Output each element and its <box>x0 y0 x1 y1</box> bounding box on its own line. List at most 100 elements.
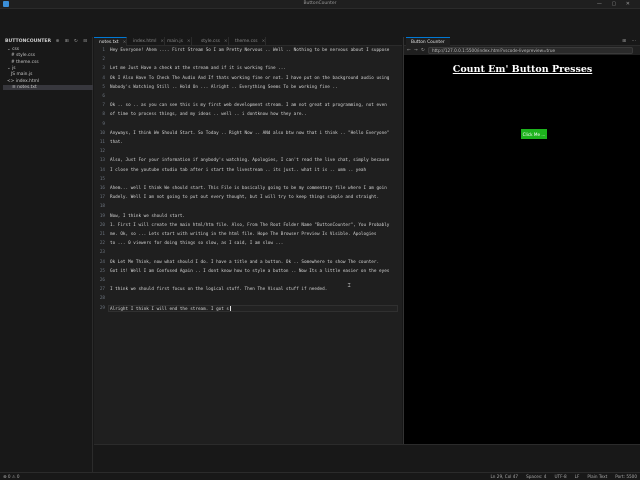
line-number: 11 <box>99 140 105 145</box>
tab-label: theme.css <box>235 39 258 44</box>
line-number: 14 <box>99 167 105 173</box>
explorer-actions[interactable]: ⊕ ⊞ ↻ ⊟ <box>56 39 89 44</box>
editor-tab[interactable]: style.css × <box>196 37 229 46</box>
line-number: 24 <box>99 259 105 265</box>
tab-label: notes.txt <box>99 40 119 45</box>
editor-tab[interactable]: index.html × <box>128 37 166 46</box>
line-number: 6 <box>102 94 105 99</box>
line-number: 20 <box>99 222 105 228</box>
line-number: 29 <box>99 305 105 311</box>
mouse-cursor-icon: 𝙸 <box>347 282 352 289</box>
live-preview-panel: Button Counter ⊞ ⋯ ← → ↻ http://127.0.0.… <box>403 37 640 444</box>
preview-page: Count Em' Button Presses Click Me ... <box>404 55 640 444</box>
reload-icon[interactable]: ↻ <box>421 48 425 53</box>
line-number: 18 <box>99 204 105 210</box>
explorer-sidebar: BUTTONCOUNTER ⊕ ⊞ ↻ ⊟ ⌄ css # style.css # … <box>3 37 93 472</box>
line-number: 2 <box>102 57 105 63</box>
line-number: 10 <box>99 130 105 136</box>
code-line[interactable]: Ok I Also Have To Check The Audio And If… <box>110 76 389 81</box>
line-number: 19 <box>99 213 105 219</box>
code-line[interactable]: Ahem... well I think We should start. Th… <box>110 186 387 191</box>
preview-tab-actions[interactable]: ⊞ ⋯ <box>622 39 638 44</box>
tab-label: style.css <box>201 39 220 44</box>
problems-indicator[interactable]: ⊗ 0 ⚠ 0 <box>3 474 20 479</box>
line-number: 26 <box>99 278 105 283</box>
explorer-item[interactable]: ≡ notes.txt <box>3 84 93 90</box>
line-number: 22 <box>99 241 105 247</box>
editor-tab[interactable]: main.js × <box>162 37 192 46</box>
code-line[interactable]: me. Ok, so ... Lets start with writing i… <box>110 232 376 237</box>
status-item[interactable]: LF <box>575 474 580 479</box>
line-number: 4 <box>102 75 105 81</box>
window-controls[interactable]: — ▢ ✕ <box>597 1 634 7</box>
code-line[interactable]: Let me Just Have a check at the stream a… <box>110 66 286 71</box>
code-line[interactable]: Alright I think I will end the stream. I… <box>110 305 231 312</box>
line-number: 13 <box>99 158 105 164</box>
line-number: 28 <box>99 296 105 302</box>
editor-tab[interactable]: theme.css × <box>230 37 267 46</box>
code-line[interactable]: Also, Just For your information if anybo… <box>110 158 389 163</box>
code-line[interactable]: to ... 0 viewers for doing things so slo… <box>110 241 283 246</box>
explorer-item[interactable]: # style.css <box>11 53 35 58</box>
code-line[interactable]: Ok .. so .. as you can see this is my fi… <box>110 103 387 108</box>
tab-close-icon[interactable]: × <box>224 39 228 44</box>
line-number: 12 <box>99 149 105 155</box>
code-line[interactable]: Rudely. Well I am not going to put out e… <box>110 195 379 200</box>
title-bar: ButtonCounter — ▢ ✕ <box>0 0 640 9</box>
code-line[interactable]: Anyways, I think We Should Start. So Tod… <box>110 131 389 136</box>
forward-icon[interactable]: → <box>414 48 418 53</box>
line-number: 8 <box>102 112 105 118</box>
line-number: 7 <box>102 103 105 109</box>
status-item[interactable]: Spaces: 4 <box>526 474 546 479</box>
status-item[interactable]: Plain Text <box>587 474 607 479</box>
tab-close-icon[interactable]: × <box>123 40 127 45</box>
preview-tab-bar: Button Counter ⊞ ⋯ <box>404 37 640 46</box>
line-number: 23 <box>99 250 105 256</box>
editor-tab[interactable]: notes.txt × <box>94 37 128 46</box>
status-items: Ln 29, Col 47 Spaces: 4 UTF-8 LF Plain Text P… <box>482 474 637 479</box>
code-line[interactable]: that. <box>110 140 123 145</box>
code-line[interactable]: Got it! Well I am Confused Again .. I do… <box>110 269 389 274</box>
line-number: 16 <box>99 186 105 191</box>
code-line[interactable]: I close the youtube studio tab after i s… <box>110 168 366 173</box>
status-item[interactable]: Port: 5500 <box>615 474 637 479</box>
page-heading: Count Em' Button Presses <box>452 64 593 75</box>
preview-nav-bar: ← → ↻ http://127.0.0.1:5500/index.html?v… <box>404 46 640 55</box>
line-number: 9 <box>102 121 105 127</box>
explorer-item[interactable]: ⌄ js <box>7 66 16 71</box>
line-number: 1 <box>102 48 105 53</box>
code-line[interactable]: Hey Everyone! Ahem .... First Stream So … <box>110 48 389 53</box>
explorer-item[interactable]: <> index.html <box>7 79 39 84</box>
line-number: 27 <box>99 287 105 293</box>
code-line[interactable]: Now, I think we should start. <box>110 214 185 219</box>
status-bar: ⊗ 0 ⚠ 0 Ln 29, Col 47 Spaces: 4 UTF-8 LF Pla… <box>0 472 640 480</box>
window-title: ButtonCounter <box>303 1 337 6</box>
preview-tab[interactable]: Button Counter <box>406 37 450 46</box>
editor-bottom-area <box>94 444 640 472</box>
tab-close-icon[interactable]: × <box>262 39 266 44</box>
code-line[interactable]: I think we should first focus on the log… <box>110 287 327 292</box>
status-item[interactable]: UTF-8 <box>554 474 566 479</box>
explorer-item[interactable]: # theme.css <box>11 60 39 65</box>
line-number: 25 <box>99 268 105 274</box>
explorer-item[interactable]: ⌄ css <box>7 47 19 52</box>
explorer-item[interactable]: JS main.js <box>11 72 32 77</box>
tab-label: index.html <box>133 39 157 44</box>
code-line[interactable]: Nobody's Watching Still .. Hold On ... A… <box>110 85 338 90</box>
tab-close-icon[interactable]: × <box>187 39 191 44</box>
status-item[interactable]: Ln 29, Col 47 <box>490 474 518 479</box>
click-me-button[interactable]: Click Me ... <box>521 129 547 139</box>
line-number: 17 <box>99 195 105 201</box>
line-number: 15 <box>99 176 105 182</box>
code-line[interactable]: of time to process things, and my ideas … <box>110 112 307 117</box>
editor-tab-bar: notes.txt × index.html × main.js × style.css × t… <box>94 37 402 46</box>
line-number: 3 <box>102 66 105 72</box>
line-number: 21 <box>99 232 105 237</box>
code-line[interactable]: 1. First I will create the main html/htm… <box>110 223 389 228</box>
back-icon[interactable]: ← <box>407 48 411 53</box>
explorer-folder-title[interactable]: BUTTONCOUNTER <box>5 39 51 44</box>
preview-url-bar[interactable]: http://127.0.0.1:5500/index.html?vscode-… <box>428 47 633 54</box>
editor[interactable]: 1 Hey Everyone! Ahem .... First Stream So… <box>94 46 402 444</box>
code-line[interactable]: Ok Let Me Think, now what should I do. I… <box>110 260 379 265</box>
text-caret <box>230 305 231 311</box>
